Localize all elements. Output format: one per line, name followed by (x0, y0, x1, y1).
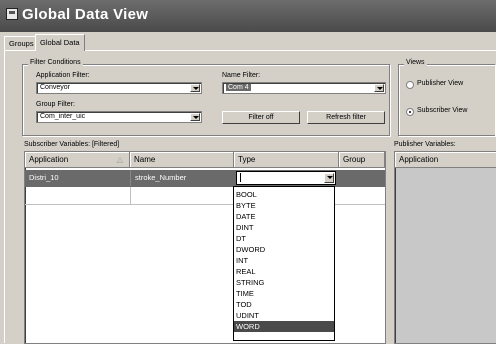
type-combo[interactable] (236, 171, 336, 185)
chevron-down-icon[interactable] (374, 84, 384, 92)
subscriber-view-radio[interactable] (406, 108, 414, 116)
tab-global-data[interactable]: Global Data (35, 34, 85, 51)
filter-off-button[interactable]: Filter off (222, 111, 300, 124)
dropdown-option-bool[interactable]: BOOL (234, 189, 334, 200)
name-filter-label: Name Filter: (222, 72, 261, 79)
column-header-group[interactable]: Group (339, 152, 385, 168)
dropdown-option-dword[interactable]: DWORD (234, 244, 334, 255)
name-filter-combo[interactable]: Com 4 (222, 82, 386, 94)
dropdown-option-string[interactable]: STRING (234, 277, 334, 288)
publisher-view-label[interactable]: Publisher View (417, 80, 463, 87)
cell-name[interactable]: stroke_Number (130, 170, 234, 186)
publisher-view-radio[interactable] (406, 81, 414, 89)
views-title: Views (404, 59, 427, 66)
table-row[interactable]: Distri_10 stroke_Number (25, 170, 385, 187)
column-header-application[interactable]: Application (395, 152, 496, 168)
window-title-bar[interactable]: Global Data View (0, 0, 496, 32)
views-group (398, 64, 495, 136)
subscriber-variables-label: Subscriber Variables: [Filtered] (24, 141, 120, 148)
type-dropdown-list[interactable]: BOOL BYTE DATE DINT DT DWORD INT REAL ST… (233, 186, 335, 341)
dropdown-option-dt[interactable]: DT (234, 233, 334, 244)
column-divider (130, 187, 131, 205)
dropdown-option-int[interactable]: INT (234, 255, 334, 266)
application-filter-value: Conveyor (40, 84, 70, 91)
dropdown-option-date[interactable]: DATE (234, 211, 334, 222)
window-title: Global Data View (22, 6, 149, 23)
dropdown-option-dint[interactable]: DINT (234, 222, 334, 233)
name-filter-value: Com 4 (226, 84, 251, 91)
dropdown-option-word[interactable]: WORD (234, 321, 334, 332)
application-filter-label: Application Filter: (36, 72, 90, 79)
publisher-variables-grid[interactable]: Application (394, 151, 496, 344)
group-filter-label: Group Filter: (36, 101, 75, 108)
dropdown-option-time[interactable]: TIME (234, 288, 334, 299)
chevron-down-icon[interactable] (324, 173, 334, 183)
application-filter-combo[interactable]: Conveyor (36, 82, 202, 94)
group-filter-combo[interactable]: Com_inter_uic (36, 111, 202, 123)
column-header-name[interactable]: Name (130, 152, 234, 168)
sort-triangle-icon: △ (116, 155, 123, 164)
column-header-application[interactable]: Application △ (25, 152, 130, 168)
tab-groups[interactable]: Groups (4, 36, 39, 51)
cell-application[interactable]: Distri_10 (25, 170, 130, 186)
dropdown-option-real[interactable]: REAL (234, 266, 334, 277)
group-filter-value: Com_inter_uic (40, 113, 86, 120)
chevron-down-icon[interactable] (190, 113, 200, 121)
dropdown-option-tod[interactable]: TOD (234, 299, 334, 310)
chevron-down-icon[interactable] (190, 84, 200, 92)
publisher-variables-label: Publisher Variables: (394, 141, 456, 148)
app-icon (6, 8, 18, 20)
filter-conditions-title: Filter Conditions (28, 59, 83, 66)
text-cursor (240, 173, 241, 182)
column-header-type[interactable]: Type (234, 152, 339, 168)
subscriber-view-label[interactable]: Subscriber View (417, 107, 467, 114)
refresh-filter-button[interactable]: Refresh filter (307, 111, 385, 124)
dropdown-option-byte[interactable]: BYTE (234, 200, 334, 211)
dropdown-option-udint[interactable]: UDINT (234, 310, 334, 321)
